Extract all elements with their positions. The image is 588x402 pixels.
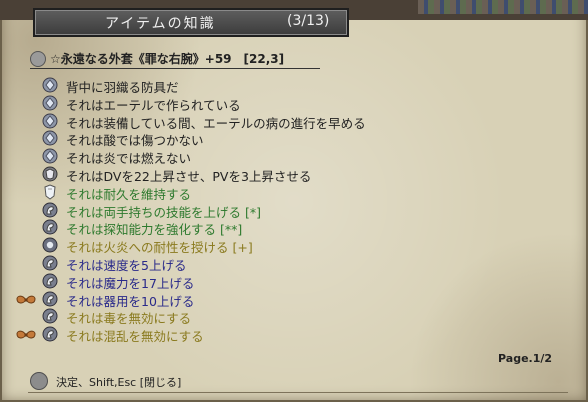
property-row: それはDVを22上昇させ、PVを3上昇させる [0,165,440,184]
header-underline [30,68,320,69]
property-row: それは魔力を17上げる [0,272,440,291]
property-text: それは混乱を無効にする [66,329,204,345]
armor-icon [42,166,58,182]
property-row: それは混乱を無効にする [0,325,440,345]
orb-icon [42,237,58,253]
property-row: それはエーテルで作られている [0,94,440,113]
property-row: それは装備している間、エーテルの病の進行を早める [0,112,440,131]
property-row: それは両手持ちの技能を上げる [*] [0,201,440,220]
property-row: それは酸では傷つかない [0,129,440,148]
gem-icon [42,113,58,129]
item-icon [30,51,46,67]
gem-icon [42,148,58,164]
property-row: それは器用を10上げる [0,290,440,309]
property-row: 背中に羽織る防具だ [0,76,440,95]
gem-icon [42,77,58,93]
property-row: それは速度を5上げる [0,254,440,273]
hand-icon [42,326,58,342]
item-header: ☆永遠なる外套《罪な右腕》+59 [22,3] [30,50,330,68]
property-row: それは炎では燃えない [0,147,440,166]
gem-icon [42,95,58,111]
shield-icon [42,184,58,200]
property-row: それは耐久を維持する [0,183,440,202]
help-text: 決定、Shift,Esc [閉じる] [56,376,182,389]
hand-icon [42,202,58,218]
map-corner [418,0,588,14]
hand-icon [42,273,58,289]
window-count: (3/13) [287,13,330,29]
hand-icon [42,291,58,307]
hand-icon [42,308,58,324]
gem-icon [42,130,58,146]
wings-icon [16,292,36,306]
item-name: ☆永遠なる外套《罪な右腕》+59 [22,3] [50,52,285,66]
wings-icon [16,327,36,341]
title-bar: アイテムの知識 (3/13) [33,8,349,37]
hand-icon [42,219,58,235]
window-title: アイテムの知識 [105,16,216,32]
property-row: それは毒を無効にする [0,307,440,326]
property-row: それは火炎への耐性を授ける [+] [0,236,440,255]
help-underline [28,392,568,393]
hand-icon [42,255,58,271]
help-icon [30,372,48,390]
page-indicator: Page.1/2 [498,352,553,365]
property-row: それは探知能力を強化する [**] [0,218,440,237]
